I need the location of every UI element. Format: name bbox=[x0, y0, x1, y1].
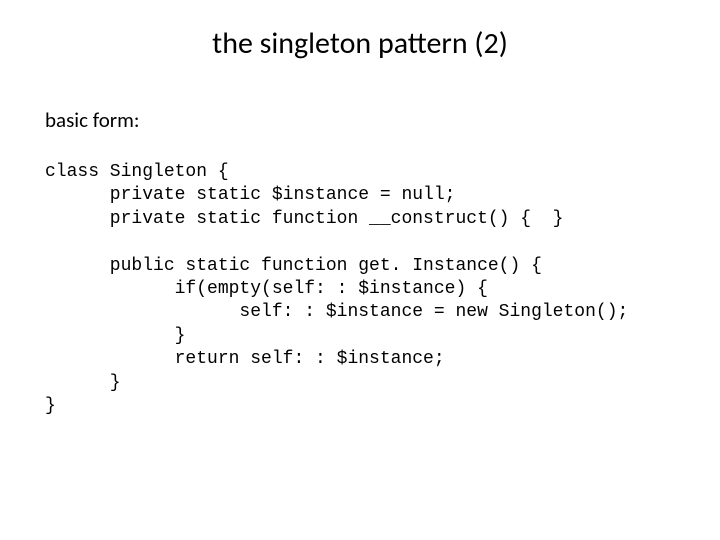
code-line: } bbox=[45, 396, 56, 416]
code-line: class Singleton { bbox=[45, 162, 229, 182]
code-line: if(empty(self: : $instance) { bbox=[45, 279, 488, 299]
code-line: return self: : $instance; bbox=[45, 349, 445, 369]
code-block: class Singleton { private static $instan… bbox=[45, 161, 675, 418]
code-line: } bbox=[45, 373, 121, 393]
code-line: self: : $instance = new Singleton(); bbox=[45, 302, 628, 322]
code-line: } bbox=[45, 326, 185, 346]
code-line: public static function get. Instance() { bbox=[45, 256, 542, 276]
section-subtitle: basic form: bbox=[45, 107, 675, 133]
code-line: private static function __construct() { … bbox=[45, 209, 563, 229]
slide-title: the singleton pattern (2) bbox=[45, 25, 675, 62]
code-line: private static $instance = null; bbox=[45, 185, 455, 205]
